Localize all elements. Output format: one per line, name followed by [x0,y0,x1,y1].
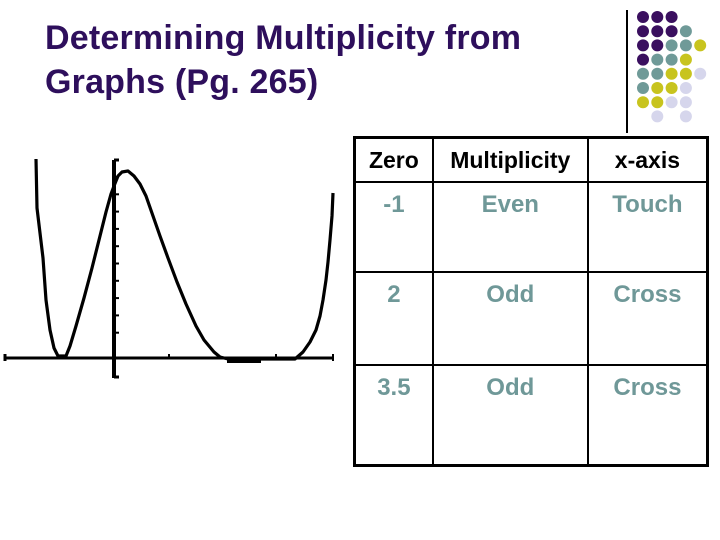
decorative-dot-purple [651,25,664,38]
decorative-dot-teal [665,39,678,52]
decorative-dot-purple [637,53,649,66]
cell-x-axis: Cross [586,364,709,467]
decorative-dot-yellow [651,96,664,109]
decorative-dot-teal [637,67,649,80]
cell-zero: 3.5 [353,364,434,467]
decorative-dot-purple [637,11,649,23]
decorative-dot-lavender [679,82,692,94]
decorative-dot-lavender [679,110,692,123]
decorative-dot-purple [637,25,649,38]
decorative-dot-purple [637,39,649,52]
cell-multiplicity: Even [431,181,589,273]
header-x-axis: x-axis [586,136,709,183]
table-row: 3.5 Odd Cross [353,364,709,467]
decorative-dot-purple [651,39,664,52]
polynomial-curve [34,158,335,361]
cell-x-axis: Cross [586,271,709,366]
decorative-dot-yellow [694,39,707,52]
decorative-dot-yellow [637,96,649,109]
decorative-dot-lavender [694,67,707,80]
title-line-1: Determining Multiplicity from [45,19,522,57]
decorative-dot-purple [651,11,664,23]
decorative-dot-teal [665,53,678,66]
decorative-dot-yellow [651,82,664,94]
cell-x-axis: Touch [586,181,709,273]
cell-zero: -1 [353,181,434,273]
decorative-dot-yellow [665,67,678,80]
decorative-dot-lavender [679,96,692,109]
table-row: 2 Odd Cross [353,271,709,366]
cell-multiplicity: Odd [431,364,589,467]
decorative-dot-lavender [651,110,664,123]
cell-multiplicity: Odd [431,271,589,366]
decorative-dot-purple [665,11,678,23]
header-zero: Zero [353,136,434,183]
decorative-dot-yellow [679,67,692,80]
title-line-2: Graphs (Pg. 265) [45,63,319,101]
decorative-dot-teal [679,39,692,52]
header-multiplicity: Multiplicity [431,136,589,183]
cell-zero: 2 [353,271,434,366]
decorative-dot-teal [651,67,664,80]
decorative-dot-teal [637,82,649,94]
decorative-divider [626,10,628,133]
multiplicity-table: Zero Multiplicity x-axis -1 Even Touch 2… [353,136,709,467]
decorative-dot-yellow [665,82,678,94]
decorative-dot-teal [679,25,692,38]
table-header-row: Zero Multiplicity x-axis [353,136,709,183]
decorative-dot-purple [665,25,678,38]
decorative-dot-yellow [679,53,692,66]
polynomial-graph [3,158,335,379]
decorative-dot-teal [651,53,664,66]
decorative-dot-lavender [665,96,678,109]
table-row: -1 Even Touch [353,181,709,273]
slide-title: Determining Multiplicity from Graphs (Pg… [45,16,521,104]
